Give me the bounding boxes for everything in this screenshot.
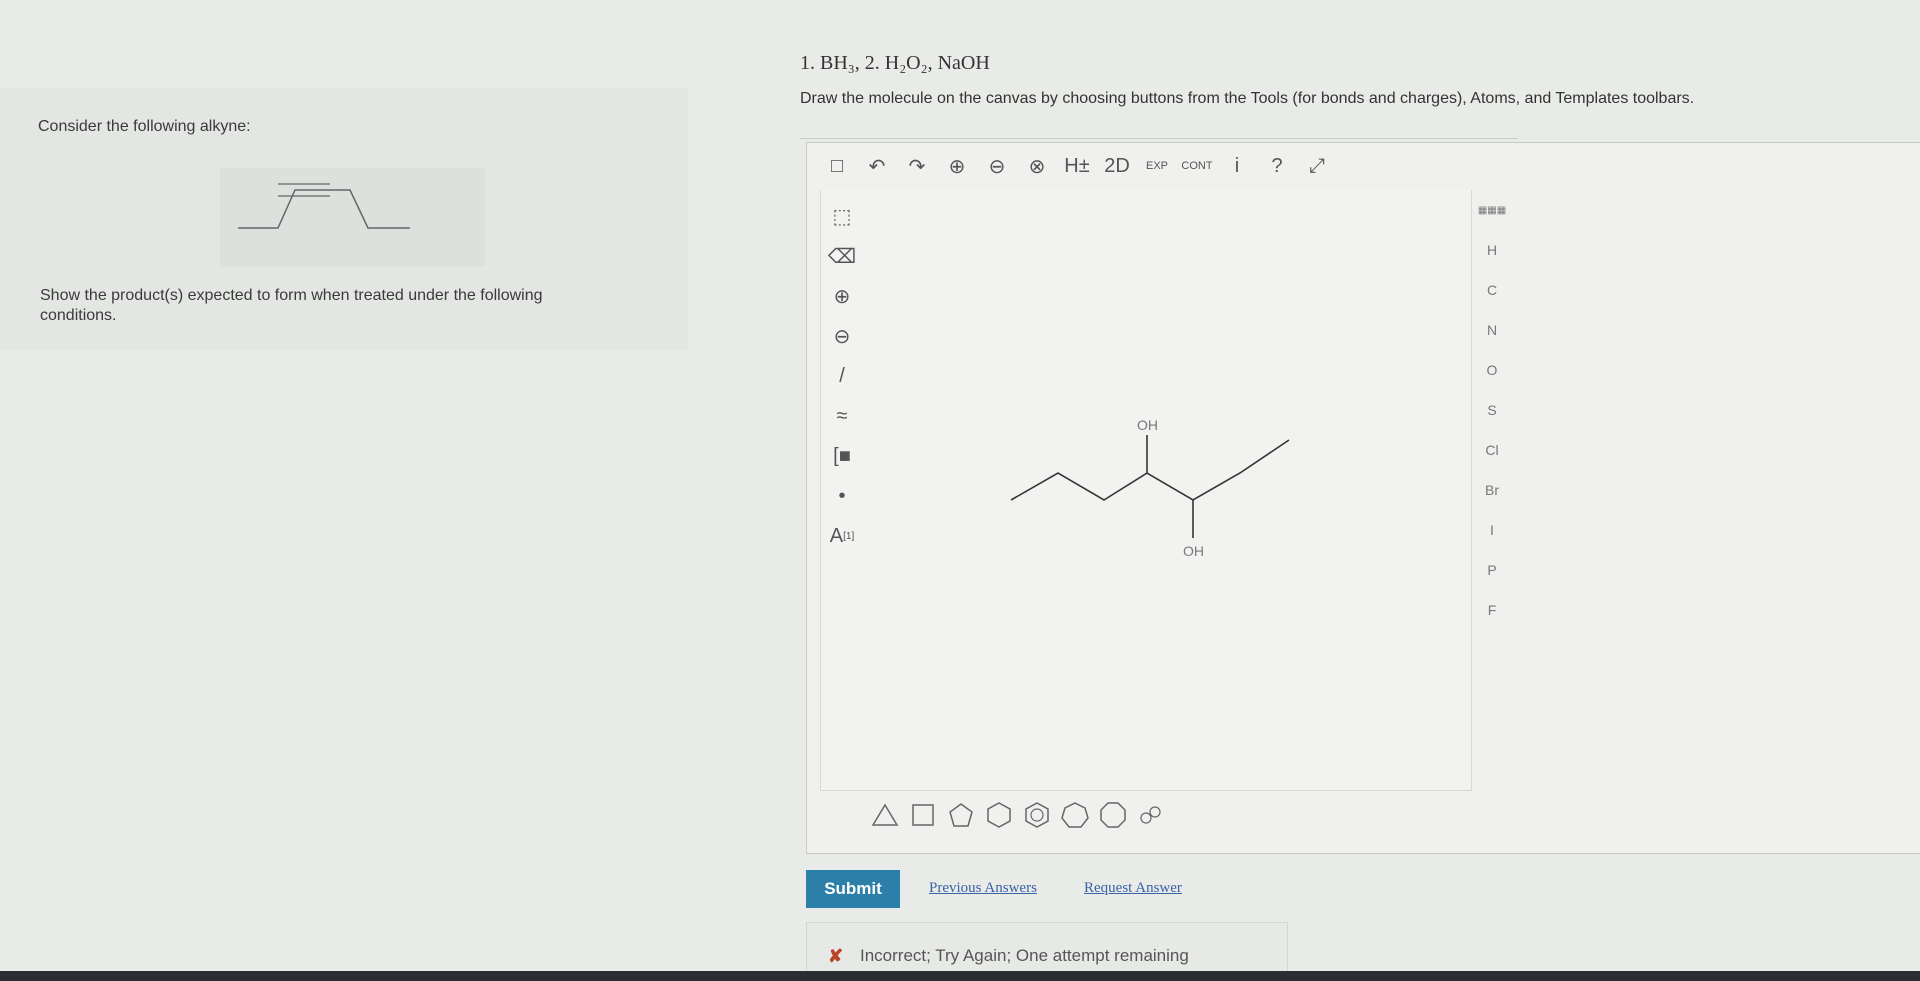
drawn-molecule: OH OH [1010,417,1290,559]
positive-charge-icon[interactable]: ⊕ [822,276,862,316]
atom-label-superscript: [1] [843,530,855,542]
left-toolbar: ⬚ ⌫ ⊕ ⊖ / ≈ [■ • A [1] [822,196,862,556]
atom-button-cl[interactable]: Cl [1474,430,1510,470]
undo-icon[interactable]: ↶ [862,151,892,181]
feedback-text: Incorrect; Try Again; One attempt remain… [860,946,1189,965]
atom-button-i[interactable]: I [1474,510,1510,550]
bracket-tool-glyph: [■ [833,444,851,467]
divider [800,138,1518,139]
contract-icon[interactable]: CONT [1181,151,1212,181]
radical-icon[interactable]: • [822,476,862,516]
2d-clean-icon[interactable]: 2D [1102,151,1132,181]
atom-button-p[interactable]: P [1474,550,1510,590]
help-icon[interactable]: ? [1262,151,1292,181]
fullscreen-icon[interactable]: ⤢ [1302,151,1332,181]
hydrogen-toggle-icon[interactable]: H± [1062,151,1092,181]
new-document-icon[interactable]: □ [822,151,852,181]
select-tool-icon[interactable]: ⬚ [822,196,862,236]
templates-toolbar [870,800,1166,830]
atom-button-c[interactable]: C [1474,270,1510,310]
atom-button-o[interactable]: O [1474,350,1510,390]
drawing-canvas[interactable]: OH OH [820,190,1472,791]
template-octagon-icon[interactable] [1098,800,1128,830]
zoom-out-icon[interactable]: ⊖ [982,151,1012,181]
chain-tool-glyph: ≈ [836,404,848,427]
atom-button-h[interactable]: H [1474,230,1510,270]
atom-button-s[interactable]: S [1474,390,1510,430]
atoms-toolbar: ▦▦▦ H C N O S Cl Br I P F [1474,190,1510,630]
atom-label-glyph: A [829,524,844,547]
atom-button-br[interactable]: Br [1474,470,1510,510]
submit-button[interactable]: Submit [806,870,900,908]
previous-answers-link[interactable]: Previous Answers [929,880,1037,897]
negative-charge-glyph: ⊖ [833,325,851,348]
request-answer-link[interactable]: Request Answer [1084,880,1182,897]
hydroxyl-label-top: OH [1137,417,1158,433]
zoom-in-icon[interactable]: ⊕ [942,151,972,181]
eraser-glyph: ⌫ [827,245,857,268]
zoom-reset-icon[interactable]: ⊗ [1022,151,1052,181]
consider-label: Consider the following alkyne: [38,118,251,135]
reagents-text: 1. BH₃, 2. H₂O₂, NaOH [800,52,990,74]
positive-charge-glyph: ⊕ [833,285,851,308]
template-pentagon-icon[interactable] [946,800,976,830]
eraser-icon[interactable]: ⌫ [822,236,862,276]
incorrect-icon: ✘ [828,946,844,966]
top-toolbar: □ ↶ ↷ ⊕ ⊖ ⊗ H± 2D EXP CONT i? ⤢ [822,148,1332,184]
alkyne-skeletal-diagram [238,183,410,229]
hydroxyl-label-bottom: OH [1183,543,1204,559]
single-bond-glyph: / [839,364,845,387]
negative-charge-icon[interactable]: ⊖ [822,316,862,356]
info-icon[interactable]: i [1222,151,1252,181]
radical-glyph: • [838,484,846,507]
template-triangle-icon[interactable] [870,800,900,830]
single-bond-icon[interactable]: / [822,356,862,396]
atom-label-icon[interactable]: A [1] [822,516,862,556]
alkyne-structure [220,168,485,266]
select-tool-glyph: ⬚ [832,205,852,228]
instructions-text: Draw the molecule on the canvas by choos… [800,90,1695,107]
atom-button-f[interactable]: F [1474,590,1510,630]
template-hexagon-icon[interactable] [984,800,1014,830]
bracket-tool-icon[interactable]: [■ [822,436,862,476]
redo-icon[interactable]: ↷ [902,151,932,181]
periodic-table-icon[interactable]: ▦▦▦ [1474,190,1510,230]
template-hexagon-aromatic-icon[interactable] [1022,800,1052,830]
taskbar [0,971,1920,981]
expand-icon[interactable]: EXP [1142,151,1172,181]
template-template-more-icon[interactable] [1136,800,1166,830]
show-product-label: Show the product(s) expected to form whe… [40,287,543,324]
template-square-icon[interactable] [908,800,938,830]
atom-button-n[interactable]: N [1474,310,1510,350]
chain-tool-icon[interactable]: ≈ [822,396,862,436]
template-heptagon-icon[interactable] [1060,800,1090,830]
